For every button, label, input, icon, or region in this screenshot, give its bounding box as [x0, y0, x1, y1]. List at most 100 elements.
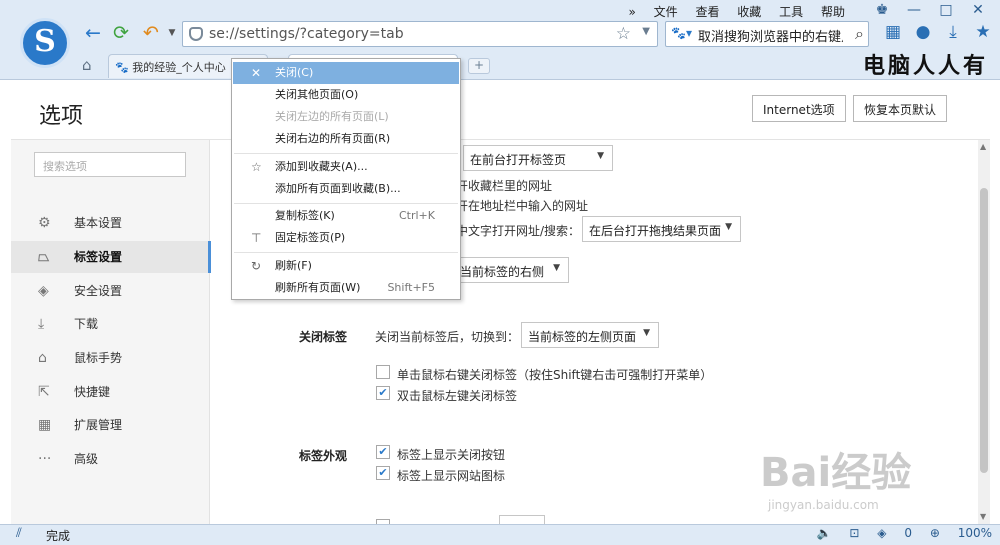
shield-icon[interactable]: ◈ 0: [877, 526, 912, 540]
baidu-watermark-url: jingyan.baidu.com: [768, 498, 879, 512]
menu-item-pin[interactable]: ⊤ 固定标签页(P): [233, 227, 459, 249]
menu-item-label: 添加所有页面到收藏(B)...: [275, 182, 401, 195]
sidebar-item-security[interactable]: ◈ 安全设置: [11, 275, 210, 307]
menu-file[interactable]: 文件: [654, 5, 678, 19]
home-icon[interactable]: ⌂: [82, 56, 92, 74]
close-switch-dropdown[interactable]: 当前标签的左侧页面 ▼: [521, 322, 659, 348]
status-bar: ⫽ 完成 🔈 ⊡ ◈ 0 ⊕ 100%: [0, 524, 1000, 545]
favorites-open-text: 开收藏栏里的网址: [456, 179, 553, 193]
internet-options-button[interactable]: Internet选项: [752, 95, 846, 122]
sidebar-toggle-icon[interactable]: ⫽: [16, 526, 22, 541]
scroll-down-icon[interactable]: ▼: [980, 512, 986, 521]
favorites-icon[interactable]: ★: [968, 22, 998, 42]
search-input[interactable]: 取消搜狗浏览器中的右键点: [698, 26, 843, 45]
sidebar-item-download[interactable]: ⤓ 下载: [11, 308, 210, 340]
back-icon[interactable]: ←: [82, 22, 104, 44]
menu-separator: [234, 252, 458, 253]
menu-item-close-left: 关闭左边的所有页面(L): [233, 106, 459, 128]
show-site-icon-checkbox[interactable]: ✔: [376, 466, 390, 480]
refresh-icon: ↻: [251, 259, 262, 273]
sidebar-item-label: 鼠标手势: [74, 351, 123, 365]
minimize-icon[interactable]: —: [898, 2, 930, 18]
refresh-icon[interactable]: ⟳: [110, 22, 132, 44]
new-tab-position-dropdown[interactable]: 当前标签的右侧 ▼: [453, 257, 569, 283]
dropdown-value: 在后台打开拖拽结果页面: [589, 224, 722, 238]
shield-icon: [189, 27, 203, 41]
sidebar-item-tabs[interactable]: ⏢ 标签设置: [11, 241, 211, 273]
menu-item-close-others[interactable]: 关闭其他页面(O): [233, 84, 459, 106]
volume-icon[interactable]: 🔈: [817, 526, 832, 540]
scroll-up-icon[interactable]: ▲: [980, 142, 986, 151]
menu-item-label: 刷新(F): [275, 259, 312, 272]
sidebar-item-label: 下载: [74, 317, 99, 331]
menu-item-add-favorite[interactable]: ☆ 添加到收藏夹(A)...: [233, 156, 459, 178]
menu-item-duplicate[interactable]: 复制标签(K) Ctrl+K: [233, 205, 459, 227]
menu-bar: » 文件 查看 收藏 工具 帮助: [614, 3, 845, 20]
search-icon[interactable]: ⌕: [855, 24, 864, 44]
more-icon: ···: [38, 451, 52, 467]
sidebar-item-shortcuts[interactable]: ⇱ 快捷键: [11, 376, 210, 408]
menu-item-label: 复制标签(K): [275, 209, 335, 222]
menu-separator: [234, 203, 458, 204]
download-icon[interactable]: ⤓: [938, 22, 968, 42]
baidu-paw-icon: 🐾: [115, 61, 129, 74]
menu-more[interactable]: »: [628, 5, 635, 19]
new-tab-button[interactable]: +: [468, 58, 490, 74]
shield-icon: ◈: [38, 283, 49, 299]
chevron-down-icon: ▼: [725, 222, 732, 232]
options-search-input[interactable]: 搜索选项: [34, 152, 186, 177]
menu-item-refresh-all[interactable]: 刷新所有页面(W) Shift+F5: [233, 277, 459, 299]
menu-item-label: 关闭其他页面(O): [275, 88, 359, 101]
drag-result-dropdown[interactable]: 在后台打开拖拽结果页面 ▼: [582, 216, 741, 242]
menu-shortcut: Ctrl+K: [398, 209, 435, 222]
sidebar-item-gestures[interactable]: ⌂ 鼠标手势: [11, 342, 210, 374]
restore-defaults-button[interactable]: 恢复本页默认: [853, 95, 948, 122]
menu-item-close-right[interactable]: 关闭右边的所有页面(R): [233, 128, 459, 150]
right-click-close-checkbox[interactable]: [376, 365, 390, 379]
partial-input[interactable]: [499, 515, 545, 524]
chevron-down-icon[interactable]: ▼: [642, 26, 650, 37]
status-text: 完成: [46, 529, 71, 543]
menu-help[interactable]: 帮助: [821, 5, 845, 19]
zoom-icon[interactable]: ⊕ 100%: [930, 526, 992, 540]
close-icon[interactable]: ✕: [962, 2, 994, 18]
screenshot-icon[interactable]: ⊡: [849, 526, 859, 540]
address-bar[interactable]: se://settings/?category=tab ☆ ▼: [182, 21, 658, 47]
star-icon[interactable]: ☆: [616, 24, 631, 44]
menu-tools[interactable]: 工具: [779, 5, 803, 19]
menu-item-label: 刷新所有页面(W): [275, 281, 361, 294]
close-switch-label: 关闭当前标签后，切换到：: [375, 330, 520, 344]
sidebar-item-extensions[interactable]: ▦ 扩展管理: [11, 409, 210, 441]
show-site-icon-label: 标签上显示网站图标: [397, 469, 506, 483]
baidu-watermark: Bai经验: [760, 450, 912, 496]
browser-chrome: S ← ⟳ ↶ ▼ se://settings/?category=tab ☆ …: [0, 0, 1000, 80]
status-icons: 🔈 ⊡ ◈ 0 ⊕ 100%: [803, 526, 992, 540]
zoom-level: 100%: [957, 526, 992, 540]
scrollbar-thumb[interactable]: [980, 188, 988, 473]
dropdown-value: 在前台打开标签页: [470, 153, 567, 167]
undo-dropdown-icon[interactable]: ▼: [161, 22, 183, 44]
sidebar-item-advanced[interactable]: ··· 高级: [11, 443, 210, 475]
undo-close-icon[interactable]: ↶: [140, 22, 162, 44]
window-controls: ♚ — □ ✕: [866, 2, 994, 18]
chat-icon[interactable]: ●: [908, 22, 938, 42]
menu-favorites[interactable]: 收藏: [737, 5, 761, 19]
menu-item-label: 关闭右边的所有页面(R): [275, 132, 391, 145]
maximize-icon[interactable]: □: [930, 2, 962, 18]
content-scrollbar[interactable]: ▲ ▼: [978, 140, 990, 524]
translate-icon[interactable]: ▦: [878, 22, 908, 42]
show-close-button-checkbox[interactable]: ✔: [376, 445, 390, 459]
menu-item-close[interactable]: ✕ 关闭(C): [233, 62, 459, 84]
menu-item-add-all-favorites[interactable]: 添加所有页面到收藏(B)...: [233, 178, 459, 200]
baidu-paw-icon[interactable]: 🐾▾: [671, 26, 692, 40]
menu-item-refresh[interactable]: ↻ 刷新(F): [233, 255, 459, 277]
open-tab-dropdown[interactable]: 在前台打开标签页 ▼: [463, 145, 613, 171]
menu-item-label: 关闭(C): [275, 66, 314, 79]
address-url[interactable]: se://settings/?category=tab: [209, 26, 404, 42]
double-click-close-checkbox[interactable]: ✔: [376, 386, 390, 400]
skin-icon[interactable]: ♚: [866, 2, 898, 18]
menu-view[interactable]: 查看: [695, 5, 719, 19]
sidebar-item-basic[interactable]: ⚙ 基本设置: [11, 207, 210, 239]
sidebar-item-label: 快捷键: [74, 385, 111, 399]
search-box[interactable]: 🐾▾ 取消搜狗浏览器中的右键点 ⌕: [665, 21, 869, 47]
